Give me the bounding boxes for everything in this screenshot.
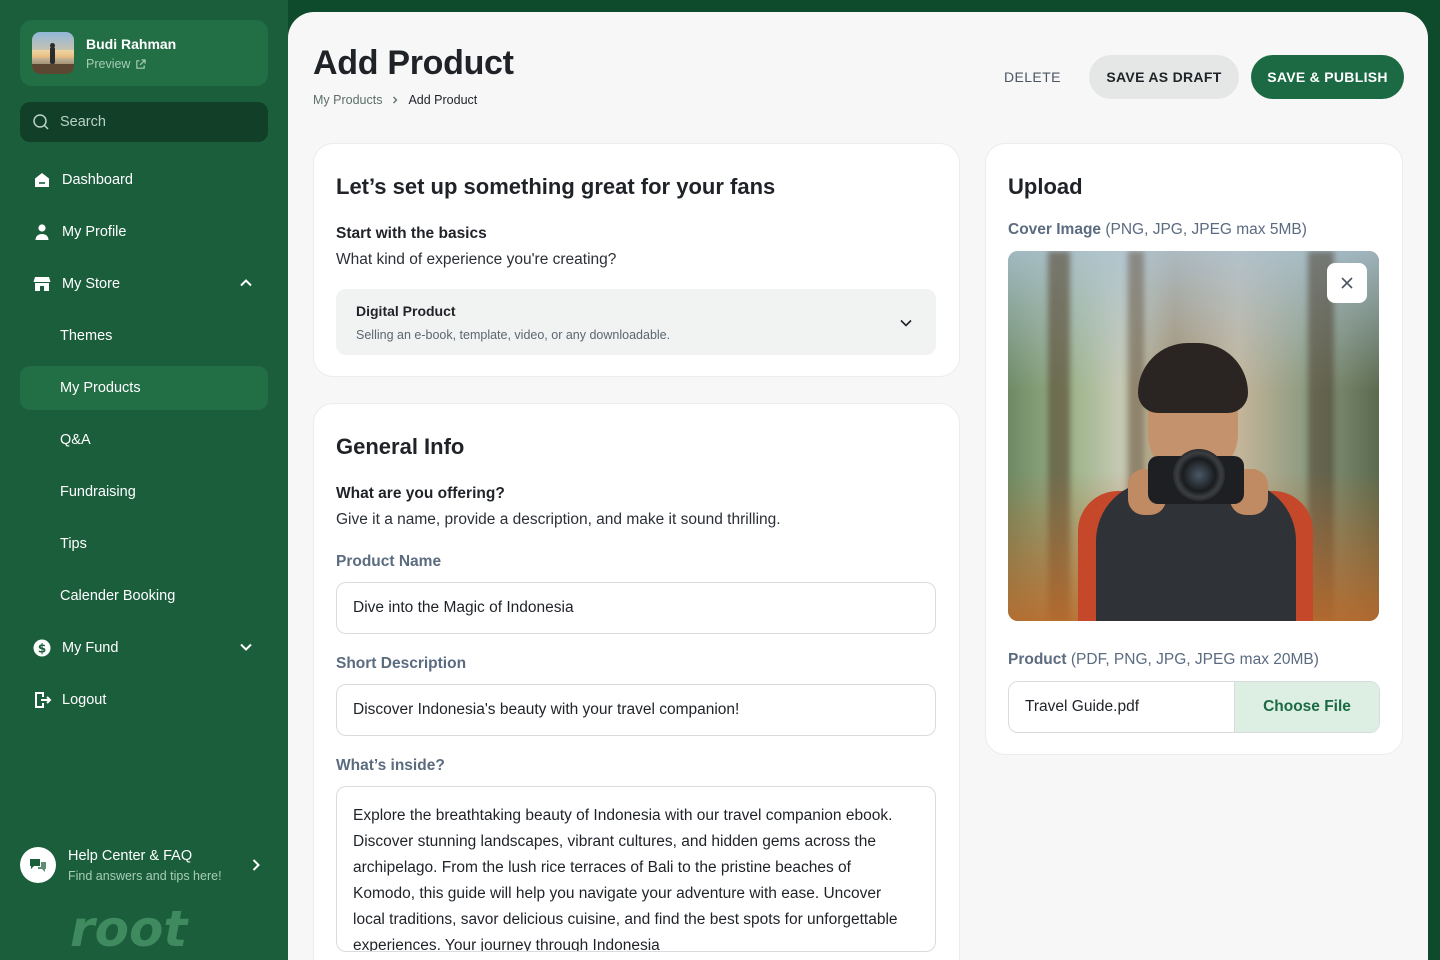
logout-icon [32,690,52,710]
breadcrumb-item-my-products[interactable]: My Products [313,93,382,107]
sidebar-item-label: Fundraising [60,484,136,500]
sidebar-item-label: Themes [60,328,113,344]
sidebar-item-label: Dashboard [62,172,133,188]
main-content: Add Product My Products Add Product DELE… [288,12,1428,960]
search-input[interactable]: Search [20,102,268,142]
avatar [32,32,74,74]
root-logo: root [66,896,226,956]
help-subtitle: Find answers and tips here! [68,869,222,883]
sidebar-item-fundraising[interactable]: Fundraising [20,470,268,514]
sidebar-item-label: Logout [62,692,107,708]
short-description-value: Discover Indonesia's beauty with your tr… [353,701,740,718]
cover-image-label: Cover Image (PNG, JPG, JPEG max 5MB) [1008,221,1307,238]
chevron-right-icon [390,95,400,105]
home-icon [32,170,52,190]
product-file-label: Product (PDF, PNG, JPG, JPEG max 20MB) [1008,651,1319,668]
cover-image-note: (PNG, JPG, JPEG max 5MB) [1105,221,1307,238]
delete-button[interactable]: DELETE [1004,69,1061,85]
search-placeholder: Search [60,114,106,130]
sidebar-item-calender-booking[interactable]: Calender Booking [20,574,268,618]
sidebar-item-label: Calender Booking [60,588,176,604]
save-as-draft-button[interactable]: SAVE AS DRAFT [1089,55,1239,99]
basics-subtitle: Start with the basics [336,225,487,242]
sidebar-item-dashboard[interactable]: Dashboard [20,158,268,202]
help-center-link[interactable]: Help Center & FAQ Find answers and tips … [20,842,268,888]
store-icon [32,274,52,294]
basics-card: Let’s set up something great for your fa… [313,143,960,377]
sidebar-item-label: My Fund [62,640,119,656]
user-card[interactable]: Budi Rahman Preview [20,20,268,86]
sidebar-item-themes[interactable]: Themes [20,314,268,358]
chevron-down-icon [238,639,254,655]
sidebar-item-label: My Profile [62,224,127,240]
dollar-icon: $ [32,638,52,658]
general-subtitle: What are you offering? [336,485,505,502]
sidebar-item-my-products[interactable]: My Products [20,366,268,410]
general-description: Give it a name, provide a description, a… [336,511,781,528]
upload-title: Upload [1008,174,1083,199]
sidebar-item-qa[interactable]: Q&A [20,418,268,462]
product-type-select[interactable]: Digital Product Selling an e-book, templ… [336,289,936,355]
breadcrumb-item-add-product: Add Product [408,93,478,107]
choose-file-button[interactable]: Choose File [1234,682,1379,732]
help-title: Help Center & FAQ [68,848,193,864]
product-type-value: Digital Product [356,303,456,319]
whats-inside-label: What’s inside? [336,757,445,774]
short-description-label: Short Description [336,655,467,672]
person-icon [32,222,52,242]
sidebar: Budi Rahman Preview Search Dashboard My … [0,0,288,960]
chevron-up-icon [238,275,254,291]
product-file-input[interactable]: Travel Guide.pdf Choose File [1008,681,1380,733]
svg-text:$: $ [38,642,46,656]
sidebar-item-my-fund[interactable]: $ My Fund [20,626,268,670]
sidebar-item-logout[interactable]: Logout [20,678,268,722]
breadcrumb: My Products Add Product [313,93,477,107]
basics-title: Let’s set up something great for your fa… [336,174,776,199]
chat-icon [20,847,56,883]
external-link-icon [135,58,147,70]
svg-text:root: root [70,900,189,956]
product-type-description: Selling an e-book, template, video, or a… [356,328,671,342]
sidebar-item-label: Tips [60,536,87,552]
remove-cover-button[interactable] [1327,263,1367,303]
preview-link[interactable]: Preview [86,57,147,71]
preview-label: Preview [86,57,131,71]
sidebar-item-label: My Store [62,276,121,292]
whats-inside-textarea[interactable]: Explore the breathtaking beauty of Indon… [336,786,936,952]
cover-image-preview [1008,251,1379,621]
sidebar-item-label: My Products [60,380,141,396]
sidebar-item-tips[interactable]: Tips [20,522,268,566]
basics-question: What kind of experience you're creating? [336,251,617,268]
whats-inside-value: Explore the breathtaking beauty of Indon… [353,807,898,952]
file-name: Travel Guide.pdf [1025,698,1140,715]
product-file-note: (PDF, PNG, JPG, JPEG max 20MB) [1070,651,1319,668]
upload-card: Upload Cover Image (PNG, JPG, JPEG max 5… [985,143,1403,755]
general-title: General Info [336,434,465,459]
short-description-input[interactable]: Discover Indonesia's beauty with your tr… [336,684,936,736]
sidebar-item-my-store[interactable]: My Store [20,262,268,306]
page-title: Add Product [313,44,514,82]
product-name-input[interactable]: Dive into the Magic of Indonesia [336,582,936,634]
product-name-label: Product Name [336,553,442,570]
user-name: Budi Rahman [86,36,177,52]
general-info-card: General Info What are you offering? Give… [313,403,960,960]
search-icon [32,113,50,131]
close-icon [1340,276,1354,290]
sidebar-item-my-profile[interactable]: My Profile [20,210,268,254]
chevron-down-icon [898,315,914,331]
product-name-value: Dive into the Magic of Indonesia [353,599,574,616]
sidebar-item-label: Q&A [60,432,91,448]
chevron-right-icon [248,857,264,873]
save-and-publish-button[interactable]: SAVE & PUBLISH [1251,55,1404,99]
